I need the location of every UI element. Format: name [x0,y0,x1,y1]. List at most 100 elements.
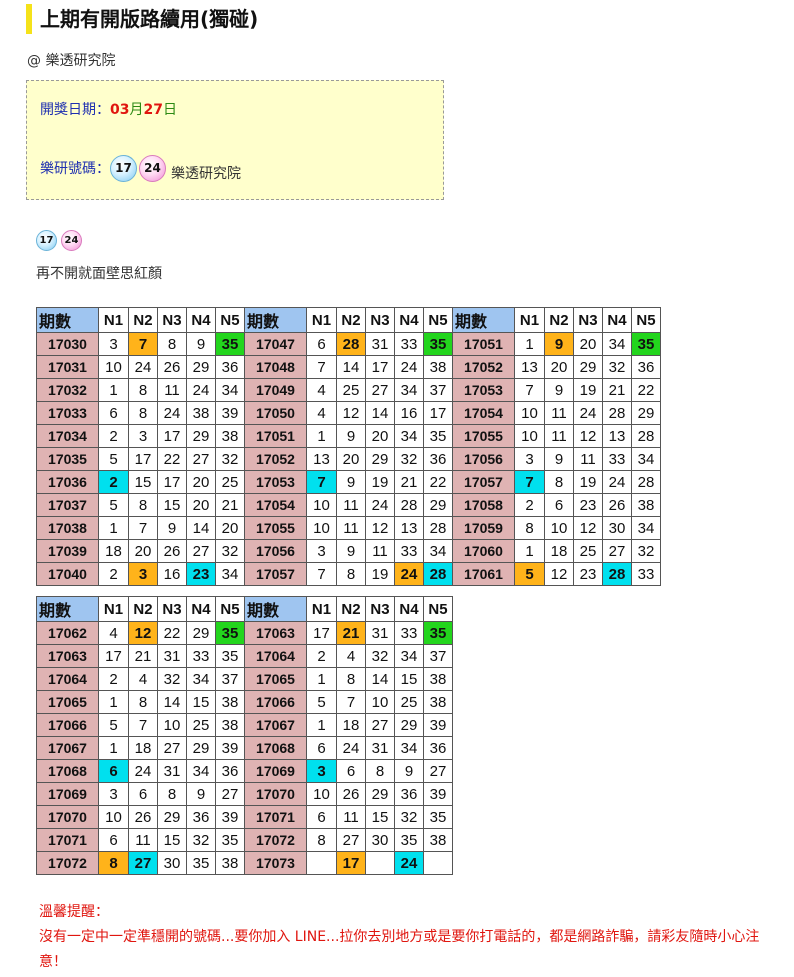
number-cell: 32 [394,805,424,829]
number-header: N1 [98,307,129,333]
number-cell: 1 [306,713,337,737]
number-cell: 3 [514,447,545,471]
number-cell: 37 [215,667,245,691]
number-cell: 1 [306,667,337,691]
table-row: 17067 1 18 27 29 39 17068 6 24 31 34 36 [36,736,453,760]
number-cell: 10 [544,516,574,540]
lab-numbers-label: 樂研號碼： [40,161,110,177]
number-cell: 35 [394,828,424,852]
number-cell: 5 [98,713,129,737]
number-cell: 18 [544,539,574,563]
number-cell: 10 [98,805,129,829]
number-cell: 24 [394,355,424,379]
day-unit: 日 [162,102,177,118]
table-row: 17038 1 7 9 14 20 17055 10 11 12 13 28 17059 8 10 12 30 3… [36,516,661,540]
number-cell: 38 [215,690,245,714]
period-cell: 17054 [244,493,307,517]
number-header: N1 [514,307,545,333]
number-cell: 6 [98,828,129,852]
number-cell: 34 [423,539,453,563]
number-cell: 3 [128,562,158,586]
number-header: N3 [157,596,187,622]
table-row: 17071 6 11 15 32 35 17072 8 27 30 35 38 [36,828,453,852]
period-cell: 17067 [244,713,307,737]
number-cell: 32 [215,539,245,563]
number-header: N1 [306,307,337,333]
period-cell: 17072 [244,828,307,852]
number-cell: 14 [157,690,187,714]
number-cell: 21 [394,470,424,494]
number-cell: 26 [336,782,366,806]
number-header: N3 [365,596,395,622]
number-cell: 12 [128,621,158,645]
number-cell: 12 [544,562,574,586]
number-cell: 2 [98,424,129,448]
period-cell: 17056 [244,539,307,563]
table-row: 17064 2 4 32 34 37 17065 1 8 14 15 38 [36,667,453,691]
number-cell: 36 [423,447,453,471]
number-cell: 23 [573,562,603,586]
number-cell: 2 [98,667,129,691]
period-cell: 17072 [36,851,99,875]
table-row: 17068 6 24 31 34 36 17069 3 6 8 9 27 [36,759,453,783]
number-cell: 28 [602,401,632,425]
number-cell: 20 [215,516,245,540]
number-cell: 17 [336,851,366,875]
table-row: 17072 8 27 30 35 38 17073 17 24 [36,851,453,875]
table-row: 17034 2 3 17 29 38 17051 1 9 20 34 35 17055 10 11 12 13 2… [36,424,661,448]
number-cell: 8 [128,690,158,714]
number-cell: 10 [514,401,545,425]
lab-numbers: 樂研號碼： 17 24 樂透研究院 [40,153,241,183]
number-cell: 19 [573,378,603,402]
number-cell: 4 [98,621,129,645]
number-cell: 20 [336,447,366,471]
number-cell: 24 [573,401,603,425]
number-cell: 9 [336,470,366,494]
number-cell: 39 [215,736,245,760]
number-cell: 8 [128,378,158,402]
table-row: 17031 10 24 26 29 36 17048 7 14 17 24 38 17052 13 20 29… [36,355,661,379]
number-cell: 35 [215,644,245,668]
number-cell: 32 [186,828,216,852]
number-cell: 12 [573,516,603,540]
period-cell: 17053 [452,378,515,402]
number-cell: 38 [215,851,245,875]
number-cell: 9 [336,424,366,448]
number-cell: 18 [98,539,129,563]
number-cell: 24 [336,736,366,760]
number-cell: 26 [157,539,187,563]
table-row: 17062 4 12 22 29 35 17063 17 21 31 33 35 [36,621,453,645]
table-row: 17037 5 8 15 20 21 17054 10 11 24 28 29 17058 2 6 23 26 3… [36,493,661,517]
number-cell: 19 [365,562,395,586]
table-row: 17066 5 7 10 25 38 17067 1 18 27 29 39 [36,713,453,737]
number-cell: 33 [602,447,632,471]
number-cell: 39 [423,713,453,737]
number-cell: 24 [394,851,424,875]
number-header: N5 [215,596,245,622]
number-cell: 20 [128,539,158,563]
table-row: 17036 2 15 17 20 25 17053 7 9 19 21 22 17057 7 8 19 24 28 [36,470,661,494]
period-cell: 17055 [452,424,515,448]
period-cell: 17059 [452,516,515,540]
number-cell: 8 [128,493,158,517]
number-cell: 20 [365,424,395,448]
number-cell: 8 [544,470,574,494]
draw-month: 03 [110,102,130,118]
number-cell: 27 [423,759,453,783]
number-cell: 24 [186,378,216,402]
number-cell: 15 [186,690,216,714]
number-cell: 33 [394,332,424,356]
author-line: @ 樂透研究院 [27,53,116,69]
number-cell: 6 [306,736,337,760]
number-cell: 27 [128,851,158,875]
number-cell: 35 [631,332,661,356]
ball-icon: 24 [61,230,82,251]
number-cell: 36 [423,736,453,760]
number-cell: 29 [186,621,216,645]
number-cell: 20 [544,355,574,379]
number-cell: 5 [514,562,545,586]
number-cell: 11 [544,424,574,448]
number-header: N2 [336,307,366,333]
number-cell: 3 [306,539,337,563]
number-cell: 31 [365,736,395,760]
